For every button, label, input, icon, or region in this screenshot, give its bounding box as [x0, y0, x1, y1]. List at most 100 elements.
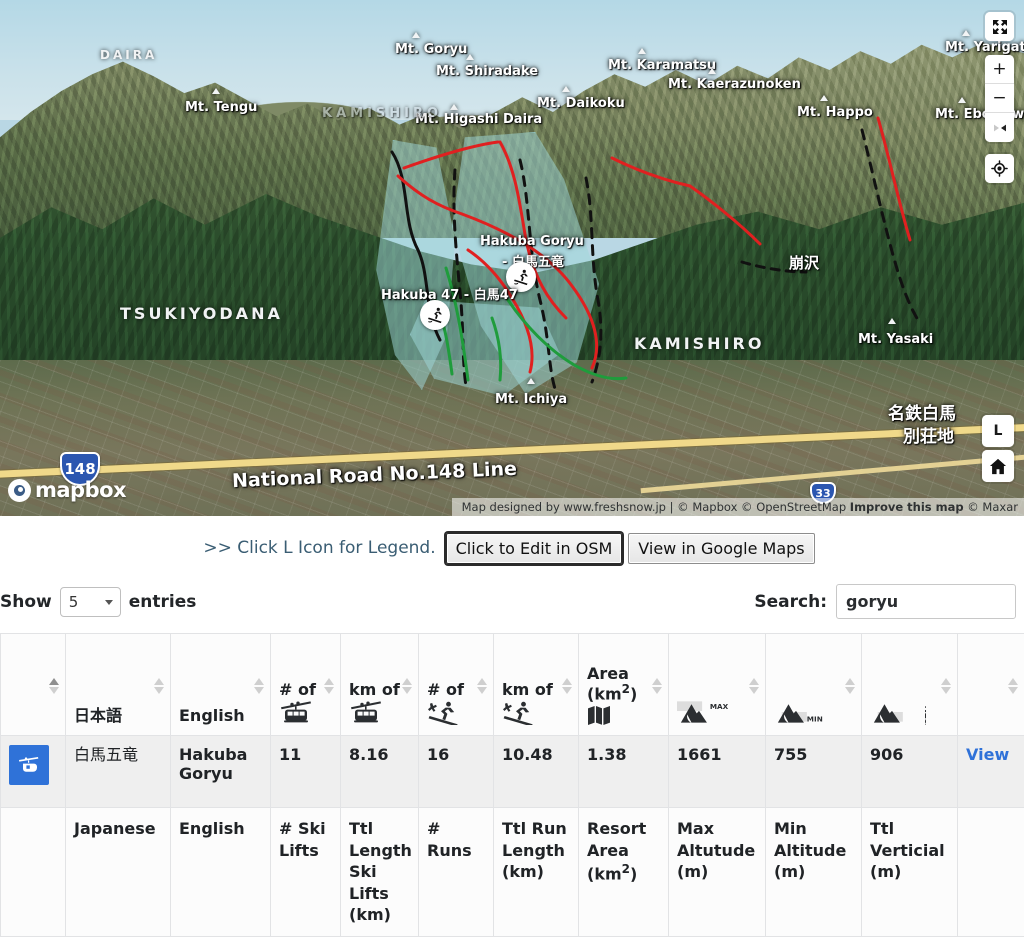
column-header-lifts[interactable]: # of [271, 634, 341, 736]
sort-indicator-icon[interactable] [49, 678, 60, 694]
cell-lifts: 11 [271, 736, 341, 808]
skier-icon [426, 306, 445, 325]
legend-control[interactable]: L [982, 415, 1014, 447]
sort-indicator-icon[interactable] [324, 678, 335, 694]
mapbox-logo[interactable]: mapbox [8, 478, 126, 502]
table-row[interactable]: 白馬五竜Hakuba Goryu118.161610.481.381661755… [1, 736, 1024, 808]
sort-indicator-icon[interactable] [749, 678, 760, 694]
view-in-google-maps-button[interactable]: View in Google Maps [628, 533, 814, 564]
column-header-area[interactable]: Area (km2) [579, 634, 669, 736]
peak-marker-icon [466, 54, 474, 60]
resorts-table: 日本語English# ofkm of# ofkm ofArea (km2)MA… [0, 633, 1024, 937]
peak-marker-icon [820, 95, 828, 101]
footer-label-max_alt: Max Altutude (m) [669, 808, 766, 937]
attrib-improve-link[interactable]: Improve this map [850, 500, 964, 514]
fullscreen-control[interactable] [985, 12, 1014, 41]
svg-text:MIN: MIN [807, 715, 823, 724]
zoom-in-button[interactable]: + [985, 55, 1014, 84]
search-control: Search: [754, 584, 1024, 619]
peak-marker-icon [412, 32, 420, 38]
column-header-max_alt[interactable]: MAX [669, 634, 766, 736]
compass-icon[interactable] [985, 113, 1014, 142]
view-link[interactable]: View [966, 745, 1009, 764]
table-body: 白馬五竜Hakuba Goryu118.161610.481.381661755… [1, 736, 1024, 808]
column-header-icon[interactable] [1, 634, 66, 736]
column-header-label: # of [279, 681, 322, 699]
entries-label: entries [129, 592, 197, 612]
search-input[interactable] [836, 584, 1016, 619]
zoom-control-group[interactable]: + − [985, 55, 1014, 142]
column-header-runs[interactable]: # of [419, 634, 494, 736]
resort-marker[interactable] [506, 262, 536, 292]
datatable-controls: Show 5102550100 entries Search: [0, 580, 1024, 633]
map-icon [587, 705, 611, 725]
peak-marker-icon [888, 318, 896, 324]
skier-icon [502, 701, 534, 725]
footer-label-min_alt: Min Altitude (m) [766, 808, 862, 937]
table-head: 日本語English# ofkm of# ofkm ofArea (km2)MA… [1, 634, 1024, 736]
attrib-osm[interactable]: © OpenStreetMap [741, 500, 846, 514]
cell-max_alt: 1661 [669, 736, 766, 808]
edit-in-osm-button[interactable]: Click to Edit in OSM [446, 533, 623, 564]
attrib-mapbox[interactable]: © Mapbox [677, 500, 737, 514]
mapbox-mark-icon [8, 479, 31, 502]
column-header-lift_km[interactable]: km of [341, 634, 419, 736]
sort-indicator-icon[interactable] [845, 678, 856, 694]
sort-indicator-icon[interactable] [402, 678, 413, 694]
column-header-label: English [179, 707, 252, 725]
svg-text:TOTAL: TOTAL [923, 703, 926, 725]
map-attribution: Map designed by www.freshsnow.jp | © Map… [452, 498, 1024, 516]
cell-view[interactable]: View [958, 736, 1024, 808]
home-control[interactable] [982, 450, 1014, 482]
page-length-select[interactable]: 5102550100 [60, 587, 121, 617]
geolocate-icon[interactable] [985, 154, 1014, 183]
geolocate-control[interactable] [985, 154, 1014, 183]
column-header-label: Area (km2) [587, 665, 650, 703]
peak-marker-icon [958, 97, 966, 103]
mapbox-wordmark: mapbox [35, 478, 126, 502]
sort-indicator-icon[interactable] [477, 678, 488, 694]
home-icon[interactable] [982, 450, 1014, 482]
cell-icon [1, 736, 66, 808]
page-length-control: Show 5102550100 entries [0, 587, 196, 617]
zoom-out-button[interactable]: − [985, 84, 1014, 113]
footer-label-area: Resort Area (km2) [579, 808, 669, 937]
sort-indicator-icon[interactable] [254, 678, 265, 694]
attrib-designed: Map designed by www.freshsnow.jp | [462, 500, 674, 514]
sort-indicator-icon[interactable] [154, 678, 165, 694]
column-header-vertical[interactable]: TOTAL [862, 634, 958, 736]
sort-indicator-icon[interactable] [562, 678, 573, 694]
peak-marker-icon [527, 378, 535, 384]
gondola-badge-icon [9, 745, 49, 785]
resort-marker[interactable] [420, 300, 450, 330]
column-header-run_km[interactable]: km of [494, 634, 579, 736]
footer-label-japanese: Japanese [66, 808, 171, 937]
legend-button[interactable]: L [982, 415, 1014, 447]
peak-marker-icon [562, 86, 570, 92]
fullscreen-icon[interactable] [985, 12, 1014, 41]
peak-marker-icon [450, 104, 458, 110]
mountain-total-icon: TOTAL [870, 699, 926, 725]
column-header-min_alt[interactable]: MIN [766, 634, 862, 736]
cell-run_km: 10.48 [494, 736, 579, 808]
sort-indicator-icon[interactable] [652, 678, 663, 694]
column-header-label: # of [427, 681, 475, 699]
search-label: Search: [754, 592, 827, 612]
map-viewport[interactable]: Mt. TenguMt. GoryuMt. ShiradakeMt. Higas… [0, 0, 1024, 516]
column-header-japanese[interactable]: 日本語 [66, 634, 171, 736]
table-header-row: 日本語English# ofkm of# ofkm ofArea (km2)MA… [1, 634, 1024, 736]
peak-marker-icon [708, 68, 716, 74]
column-header-english[interactable]: English [171, 634, 271, 736]
peak-marker-icon [638, 48, 646, 54]
cell-japanese: 白馬五竜 [66, 736, 171, 808]
cell-area: 1.38 [579, 736, 669, 808]
sort-indicator-icon[interactable] [1008, 678, 1019, 694]
gondola-icon [279, 701, 313, 725]
sort-indicator-icon[interactable] [941, 678, 952, 694]
attrib-maxar: © Maxar [967, 500, 1018, 514]
column-header-view[interactable] [958, 634, 1024, 736]
footer-label-lifts: # Ski Lifts [271, 808, 341, 937]
footer-label-english: English [171, 808, 271, 937]
show-label: Show [0, 592, 52, 612]
mountain-max-icon: MAX [677, 699, 733, 725]
